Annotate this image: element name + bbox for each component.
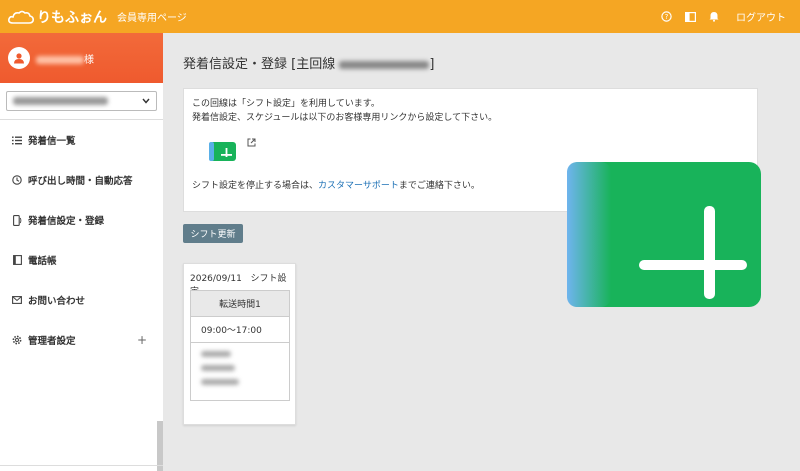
nav-label: 電話帳 <box>28 256 57 267</box>
redacted-user-name <box>36 55 84 64</box>
nav-item-contact[interactable]: お問い合わせ <box>0 280 163 320</box>
support-line: シフト設定を停止する場合は、カスタマーサポートまでご連絡下さい。 <box>192 179 480 193</box>
shift-redacted-entries <box>191 343 289 400</box>
nav-label: 管理者設定 <box>28 336 76 347</box>
nav-item-call-settings[interactable]: 発着信設定・登録 <box>0 200 163 240</box>
shift-table-header: 転送時間1 <box>191 291 289 317</box>
line-select[interactable] <box>6 91 157 111</box>
site-subtitle: 会員専用ページ <box>117 13 187 24</box>
top-bar: りもふぉん 会員専用ページ ? ログアウト <box>0 0 800 33</box>
svg-text:?: ? <box>664 13 668 21</box>
shift-table: 転送時間1 09:00〜17:00 <box>190 290 290 401</box>
info-line-1: この回線は「シフト設定」を利用しています。 <box>192 99 380 109</box>
logo-text: りもふぉん <box>37 9 107 26</box>
redacted-line-number <box>13 97 108 105</box>
expand-plus-icon[interactable]: + <box>137 333 147 347</box>
redacted-phone-number <box>339 60 430 69</box>
nav-label: 呼び出し時間・自動応答 <box>28 176 133 187</box>
redacted-entry <box>201 379 239 385</box>
nav-item-phonebook[interactable]: 電話帳 <box>0 240 163 280</box>
user-name: 様 <box>36 51 94 66</box>
cloud-logo-icon <box>8 10 34 24</box>
external-link-icon[interactable] <box>247 138 256 152</box>
mail-icon <box>12 295 22 305</box>
add-app-icon[interactable] <box>209 142 236 161</box>
nav-item-admin-settings[interactable]: 管理者設定 + <box>0 320 163 360</box>
help-icon[interactable]: ? <box>660 11 672 23</box>
list-icon <box>12 135 22 145</box>
support-prefix: シフト設定を停止する場合は、 <box>192 181 319 191</box>
phonebook-icon <box>12 255 22 265</box>
nav-list: 発着信一覧 呼び出し時間・自動応答 発着信設定・登録 電話帳 お問い合わせ 管理… <box>0 119 163 360</box>
logout-link[interactable]: ログアウト <box>736 9 786 24</box>
nav-item-call-history[interactable]: 発着信一覧 <box>0 120 163 160</box>
clock-icon <box>12 175 22 185</box>
large-add-app-icon[interactable] <box>567 162 761 307</box>
bell-icon[interactable] <box>708 11 720 23</box>
shift-card: 2026/09/11 シフト設定 転送時間1 09:00〜17:00 <box>183 263 296 425</box>
redacted-entry <box>201 365 235 371</box>
support-suffix: までご連絡下さい。 <box>398 181 480 191</box>
info-line-2: 発着信設定、スケジュールは以下のお客様専用リンクから設定して下さい。 <box>192 113 498 123</box>
nav-label: お問い合わせ <box>28 296 86 307</box>
nav-item-ring-time[interactable]: 呼び出し時間・自動応答 <box>0 160 163 200</box>
nav-label: 発着信一覧 <box>28 136 76 147</box>
shift-update-button[interactable]: シフト更新 <box>183 224 243 243</box>
page-title-prefix: 発着信設定・登録 [主回線 <box>183 57 340 72</box>
user-suffix: 様 <box>84 54 94 66</box>
redacted-entry <box>201 351 231 357</box>
nav-label: 発着信設定・登録 <box>28 216 105 227</box>
customer-support-link[interactable]: カスタマーサポート <box>318 181 399 191</box>
page-title: 発着信設定・登録 [主回線 ] <box>183 53 434 72</box>
chevron-down-icon <box>142 96 150 107</box>
sidebar: 様 発着信一覧 呼び出し時間・自動応答 発着信設定・登録 電話帳 お問い合わせ … <box>0 33 163 471</box>
phone-icon <box>12 214 22 226</box>
logo[interactable]: りもふぉん <box>8 7 107 27</box>
avatar <box>8 47 30 69</box>
shift-date: 2026/09/11 <box>190 274 242 284</box>
gear-icon <box>12 335 22 345</box>
top-actions: ? ログアウト <box>648 9 786 24</box>
page-title-suffix: ] <box>429 57 435 72</box>
book-icon[interactable] <box>684 11 696 23</box>
shift-time-range: 09:00〜17:00 <box>191 317 289 343</box>
user-box: 様 <box>0 33 163 83</box>
sidebar-bottom-divider <box>0 465 163 471</box>
